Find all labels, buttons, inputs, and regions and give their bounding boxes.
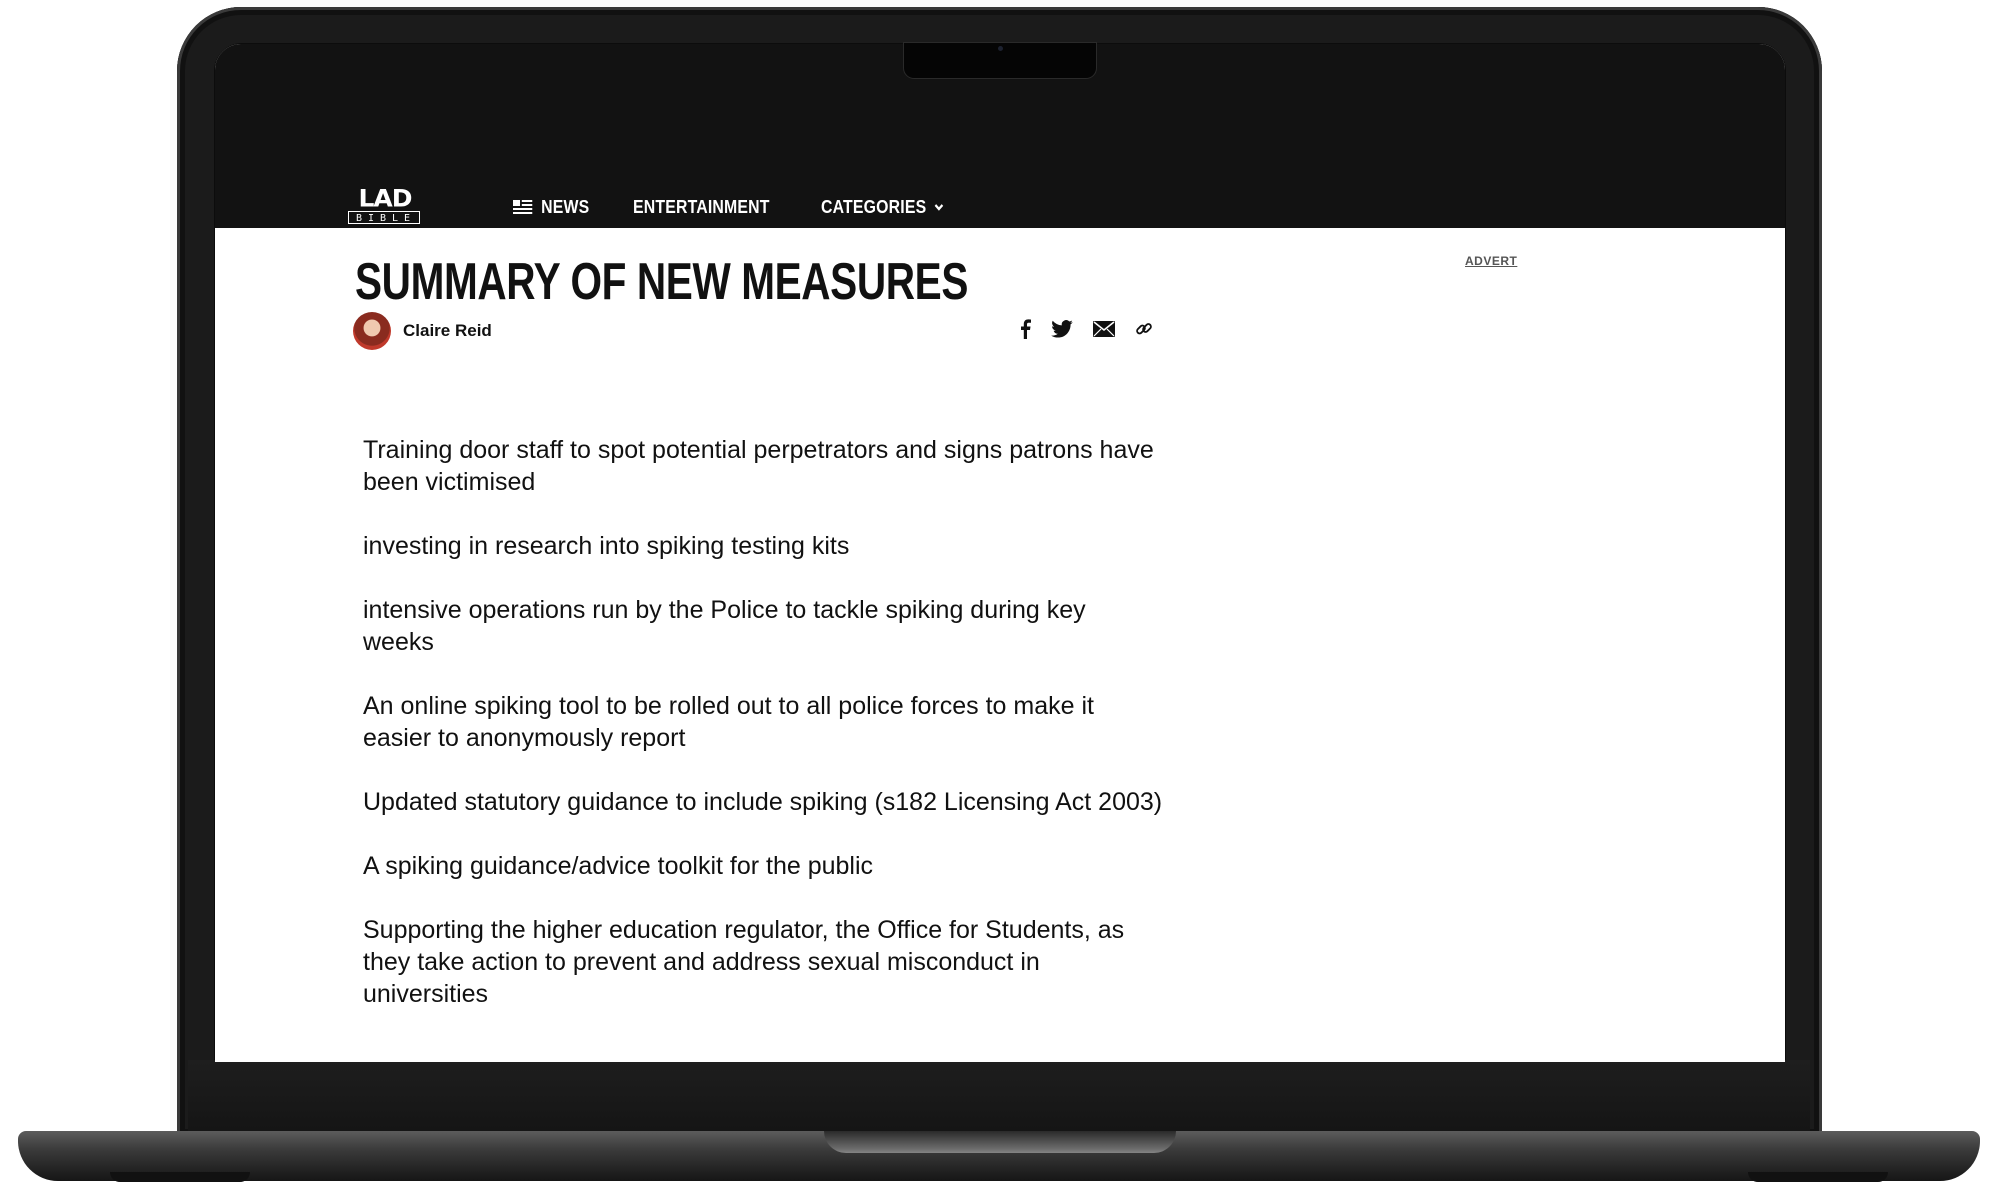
email-icon[interactable] [1093, 321, 1115, 337]
article-paragraph: intensive operations run by the Police t… [363, 596, 1086, 656]
nav-item-label: CATEGORIES [821, 196, 927, 217]
laptop-opening-lip [824, 1131, 1176, 1153]
bezel-bottom [188, 1060, 1810, 1138]
article-paragraph: An online spiking tool to be rolled out … [363, 692, 1094, 752]
nav-item-categories[interactable]: CATEGORIES [821, 197, 944, 218]
article-paragraph: investing in research into spiking testi… [363, 532, 850, 560]
laptop-foot-left [110, 1172, 250, 1182]
author-byline: Claire Reid [353, 312, 492, 350]
nav-item-label: NEWS [541, 196, 590, 217]
site-logo[interactable]: LAD BIBLE [347, 185, 423, 226]
main-nav: NEWS ENTERTAINMENT CATEGORIES [513, 194, 994, 220]
article-paragraph: Supporting the higher education regulato… [363, 916, 1125, 1008]
browser-viewport: LAD BIBLE NEWS ENTERTAINMENT CATEGORIES … [215, 44, 1785, 1062]
nav-item-news[interactable]: NEWS [513, 197, 589, 218]
avatar[interactable] [353, 312, 391, 350]
link-icon[interactable] [1135, 320, 1153, 338]
logo-bottom-text: BIBLE [348, 211, 420, 224]
share-bar [1019, 319, 1173, 339]
facebook-icon[interactable] [1019, 319, 1031, 339]
nav-item-label: ENTERTAINMENT [632, 196, 770, 217]
camera-icon [998, 46, 1003, 51]
article-title: SUMMARY OF NEW MEASURES [355, 253, 968, 311]
article-paragraph: A spiking guidance/advice toolkit for th… [363, 852, 874, 880]
news-icon [513, 200, 533, 214]
article-paragraph: Training door staff to spot potential pe… [363, 436, 1154, 496]
article-body: Training door staff to spot potential pe… [363, 434, 1163, 1042]
chevron-down-icon [933, 202, 944, 212]
laptop-foot-right [1748, 1172, 1888, 1182]
logo-top-text: LAD [358, 184, 412, 213]
author-name[interactable]: Claire Reid [403, 321, 492, 341]
nav-item-entertainment[interactable]: ENTERTAINMENT [633, 197, 770, 218]
article-paragraph: Updated statutory guidance to include sp… [363, 788, 1163, 816]
twitter-icon[interactable] [1051, 320, 1073, 338]
advert-label[interactable]: ADVERT [1465, 254, 1517, 268]
